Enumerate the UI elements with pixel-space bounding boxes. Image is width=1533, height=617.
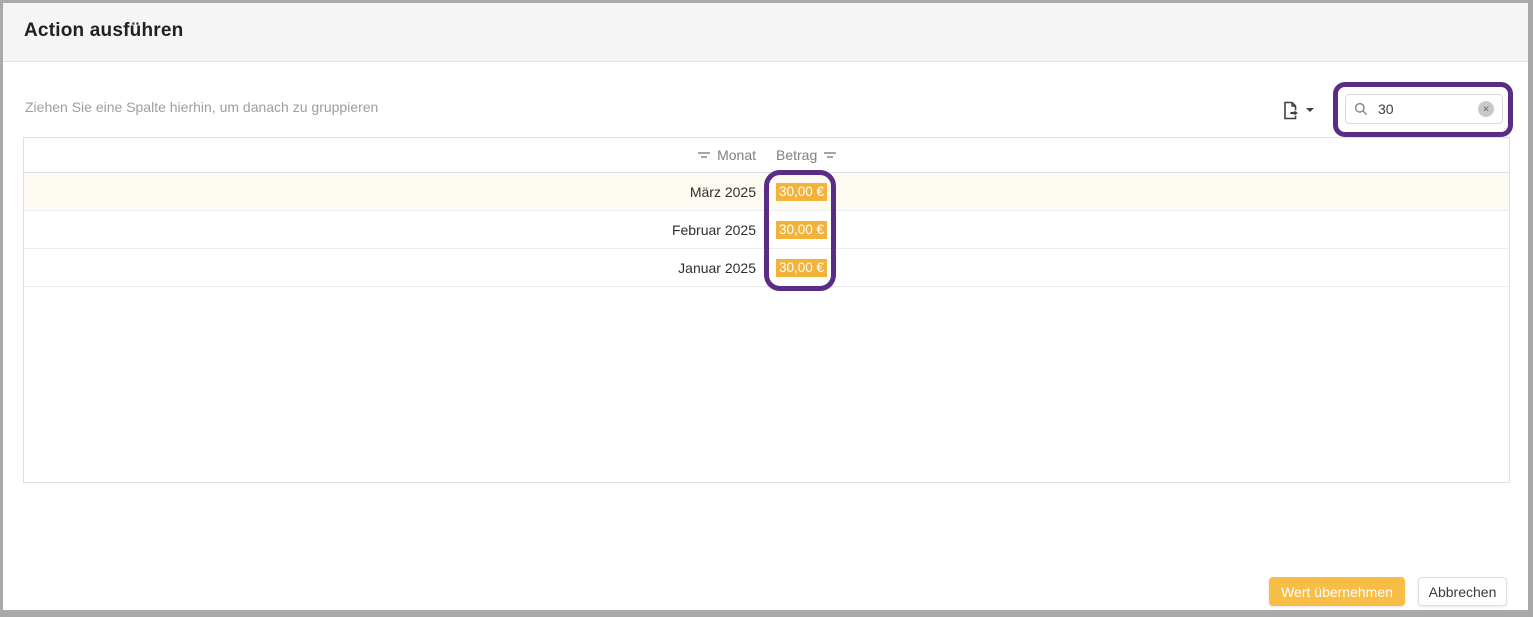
cell-betrag: 30,00 € <box>766 249 1509 286</box>
cell-betrag: 30,00 € <box>766 173 1509 210</box>
table-row[interactable]: März 2025 30,00 € <box>24 173 1509 211</box>
cell-monat: März 2025 <box>24 173 766 210</box>
export-icon <box>1282 101 1299 120</box>
action-dialog: Action ausführen Ziehen Sie eine Spalte … <box>0 0 1533 617</box>
column-label-monat: Monat <box>717 147 756 163</box>
search-box[interactable]: ✕ <box>1345 94 1503 124</box>
header-filter-icon[interactable] <box>698 152 710 158</box>
search-input[interactable] <box>1376 100 1456 118</box>
cancel-button[interactable]: Abbrechen <box>1418 577 1507 606</box>
search-icon <box>1354 102 1368 116</box>
data-grid: Monat Betrag März 2025 30,00 € Februar 2… <box>23 137 1510 483</box>
cell-monat: Februar 2025 <box>24 211 766 248</box>
highlighted-amount: 30,00 € <box>776 183 827 201</box>
column-header-monat[interactable]: Monat <box>24 138 766 172</box>
column-header-betrag[interactable]: Betrag <box>766 138 1509 172</box>
dialog-titlebar: Action ausführen <box>0 0 1533 62</box>
cell-betrag: 30,00 € <box>766 211 1509 248</box>
header-filter-icon[interactable] <box>824 152 836 158</box>
dialog-title: Action ausführen <box>24 20 183 42</box>
group-panel-hint: Ziehen Sie eine Spalte hierhin, um danac… <box>25 99 378 115</box>
grid-header-row: Monat Betrag <box>24 138 1509 173</box>
column-label-betrag: Betrag <box>776 147 817 163</box>
clear-search-icon[interactable]: ✕ <box>1478 101 1494 117</box>
table-row[interactable]: Februar 2025 30,00 € <box>24 211 1509 249</box>
export-button[interactable] <box>1274 96 1322 124</box>
apply-value-button[interactable]: Wert übernehmen <box>1269 577 1405 606</box>
highlighted-amount: 30,00 € <box>776 259 827 277</box>
caret-down-icon <box>1306 108 1314 112</box>
cell-monat: Januar 2025 <box>24 249 766 286</box>
highlighted-amount: 30,00 € <box>776 221 827 239</box>
table-row[interactable]: Januar 2025 30,00 € <box>24 249 1509 287</box>
